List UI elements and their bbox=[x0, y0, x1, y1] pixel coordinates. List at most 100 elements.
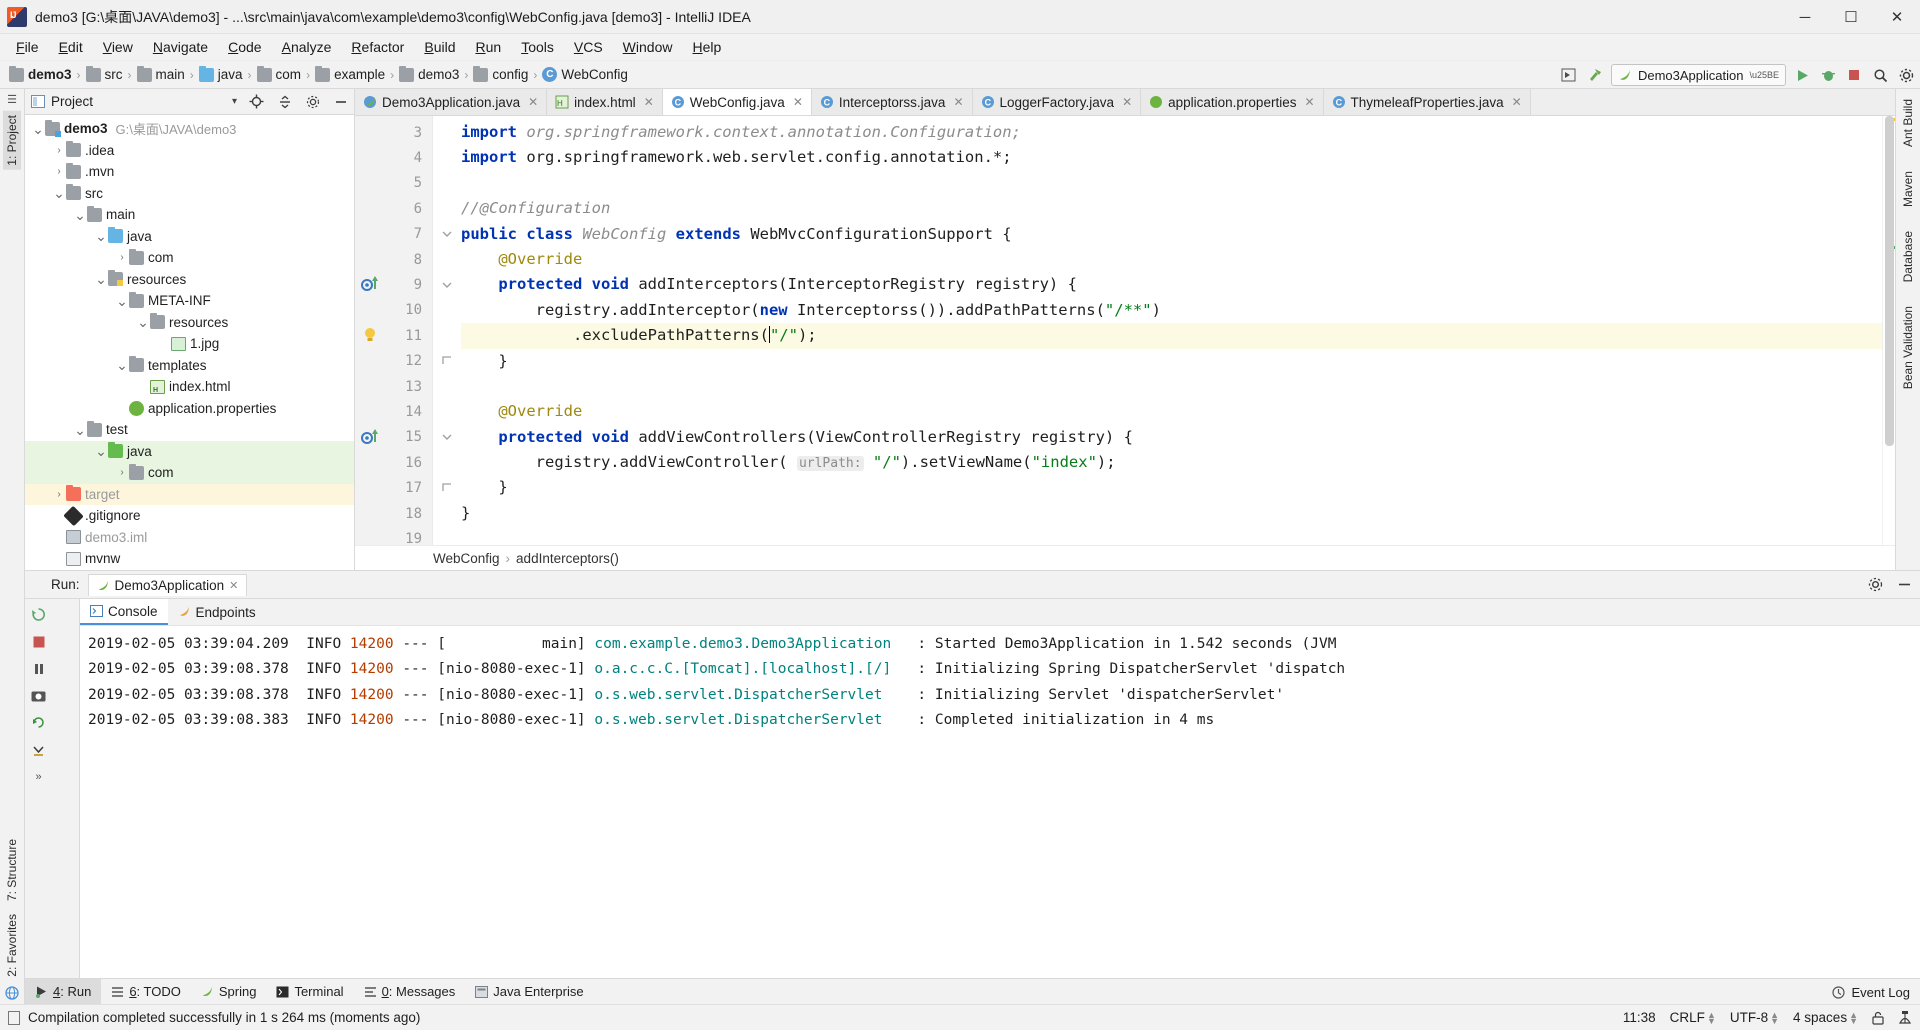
tree-node-demo3.iml[interactable]: demo3.iml bbox=[25, 527, 354, 549]
tree-node-application.properties[interactable]: application.properties bbox=[25, 398, 354, 420]
line-number-11[interactable]: 11 bbox=[355, 323, 432, 348]
hide-panel-icon[interactable] bbox=[1897, 577, 1912, 592]
chevron-right-icon[interactable]: › bbox=[52, 145, 66, 156]
chevron-right-icon[interactable]: › bbox=[52, 166, 66, 177]
chevron-down-icon[interactable]: ⌄ bbox=[94, 276, 108, 282]
tree-node-com[interactable]: ›com bbox=[25, 247, 354, 269]
close-icon[interactable]: ✕ bbox=[793, 95, 803, 109]
menu-item-window[interactable]: Window bbox=[613, 36, 683, 58]
code-line-6[interactable]: //@Configuration bbox=[461, 196, 1882, 221]
close-icon[interactable]: ✕ bbox=[1512, 95, 1522, 109]
settings-gear-icon[interactable] bbox=[1896, 65, 1916, 85]
tool-tab-bean-validation[interactable]: Bean Validation bbox=[1899, 302, 1917, 393]
code-line-3[interactable]: import org.springframework.context.annot… bbox=[461, 120, 1882, 145]
breadcrumb-item-src[interactable]: src bbox=[83, 67, 126, 82]
camera-icon[interactable] bbox=[31, 689, 46, 702]
pause-icon[interactable] bbox=[32, 662, 46, 676]
menu-item-view[interactable]: View bbox=[93, 36, 143, 58]
chevron-down-icon[interactable]: ⌄ bbox=[31, 126, 45, 132]
breadcrumb-item-java[interactable]: java bbox=[196, 67, 246, 82]
line-number-7[interactable]: 7 bbox=[355, 222, 432, 247]
menu-item-tools[interactable]: Tools bbox=[511, 36, 564, 58]
maximize-button[interactable]: ☐ bbox=[1828, 0, 1874, 34]
chevron-down-icon[interactable]: ⌄ bbox=[52, 190, 66, 196]
run-console-icon[interactable] bbox=[1559, 65, 1579, 85]
editor-tab-index-html[interactable]: Hindex.html✕ bbox=[547, 89, 663, 115]
tool-tab-ant-build[interactable]: Ant Build bbox=[1899, 95, 1917, 151]
line-number-12[interactable]: 12 bbox=[355, 349, 432, 374]
code-line-13[interactable] bbox=[461, 374, 1882, 399]
more-options-icon[interactable]: » bbox=[35, 771, 41, 783]
breadcrumb-item-demo3[interactable]: demo3 bbox=[396, 67, 462, 82]
sidebar-toggle-icon[interactable]: ☰ bbox=[7, 93, 17, 106]
menu-item-refactor[interactable]: Refactor bbox=[341, 36, 414, 58]
tree-node-index.html[interactable]: index.html bbox=[25, 376, 354, 398]
bottom-tab-todo[interactable]: 6: TODO bbox=[101, 979, 191, 1004]
close-icon[interactable]: ✕ bbox=[644, 95, 654, 109]
chevron-down-icon[interactable]: ⌄ bbox=[73, 212, 87, 218]
fold-marker-7[interactable] bbox=[433, 222, 461, 247]
collapse-all-icon[interactable] bbox=[278, 95, 292, 109]
tool-tab-maven[interactable]: Maven bbox=[1899, 167, 1917, 211]
tree-node-resources[interactable]: ⌄resources bbox=[25, 269, 354, 291]
line-number-13[interactable]: 13 bbox=[355, 374, 432, 399]
bottom-tab-spring[interactable]: Spring bbox=[191, 979, 267, 1004]
editor-scrollbar[interactable] bbox=[1882, 116, 1895, 545]
line-number-3[interactable]: 3 bbox=[355, 120, 432, 145]
menu-item-analyze[interactable]: Analyze bbox=[272, 36, 342, 58]
build-hammer-icon[interactable] bbox=[1585, 65, 1605, 85]
close-icon[interactable]: ✕ bbox=[953, 95, 963, 109]
breadcrumb-item-main[interactable]: main bbox=[134, 67, 188, 82]
hide-panel-icon[interactable] bbox=[334, 95, 348, 109]
console-output[interactable]: 2019-02-05 03:39:04.209 INFO 14200 --- [… bbox=[80, 626, 1920, 978]
panel-settings-icon[interactable] bbox=[306, 95, 320, 109]
editor-breadcrumb-item-1[interactable]: addInterceptors() bbox=[516, 551, 619, 566]
fold-marker-9[interactable] bbox=[433, 272, 461, 297]
close-button[interactable]: ✕ bbox=[1874, 0, 1920, 34]
menu-item-navigate[interactable]: Navigate bbox=[143, 36, 218, 58]
editor-breadcrumb-item-0[interactable]: WebConfig bbox=[433, 551, 500, 566]
close-icon[interactable]: ✕ bbox=[1304, 95, 1314, 109]
breadcrumb-item-demo3[interactable]: demo3 bbox=[6, 67, 75, 82]
minimize-button[interactable]: ─ bbox=[1782, 0, 1828, 34]
line-number-9[interactable]: 9 bbox=[355, 272, 432, 297]
chevron-down-icon[interactable]: ⌄ bbox=[94, 448, 108, 454]
chevron-down-icon[interactable]: ⌄ bbox=[115, 362, 129, 368]
tree-node-target[interactable]: ›target bbox=[25, 484, 354, 506]
code-line-5[interactable] bbox=[461, 171, 1882, 196]
tool-tab-database[interactable]: Database bbox=[1899, 227, 1917, 286]
line-number-4[interactable]: 4 bbox=[355, 145, 432, 170]
line-number-10[interactable]: 10 bbox=[355, 298, 432, 323]
tree-node-.mvn[interactable]: ›.mvn bbox=[25, 161, 354, 183]
chevron-right-icon[interactable]: › bbox=[115, 467, 129, 478]
intention-bulb-icon[interactable] bbox=[361, 326, 379, 344]
line-number-5[interactable]: 5 bbox=[355, 171, 432, 196]
code-line-4[interactable]: import org.springframework.web.servlet.c… bbox=[461, 145, 1882, 170]
editor-tab-loggerfactory-java[interactable]: CLoggerFactory.java✕ bbox=[973, 89, 1142, 115]
line-number-14[interactable]: 14 bbox=[355, 399, 432, 424]
lock-icon[interactable] bbox=[1872, 1011, 1884, 1025]
rerun-icon[interactable] bbox=[31, 607, 46, 622]
code-line-19[interactable] bbox=[461, 526, 1882, 545]
tree-node-1.jpg[interactable]: 1.jpg bbox=[25, 333, 354, 355]
fold-marker-17[interactable] bbox=[433, 475, 461, 500]
tree-node-src[interactable]: ⌄src bbox=[25, 183, 354, 205]
bean-arrow-icon[interactable] bbox=[361, 428, 381, 446]
fold-marker-12[interactable] bbox=[433, 349, 461, 374]
line-number-15[interactable]: 15 bbox=[355, 425, 432, 450]
bottom-tab-terminal[interactable]: Terminal bbox=[266, 979, 353, 1004]
line-number-18[interactable]: 18 bbox=[355, 501, 432, 526]
menu-item-run[interactable]: Run bbox=[465, 36, 511, 58]
run-configuration-tab[interactable]: Demo3Application ✕ bbox=[88, 574, 248, 596]
tree-node-main[interactable]: ⌄main bbox=[25, 204, 354, 226]
code-line-11[interactable]: .excludePathPatterns("/"); bbox=[461, 323, 1882, 348]
breadcrumb-item-com[interactable]: com bbox=[254, 67, 305, 82]
line-number-16[interactable]: 16 bbox=[355, 450, 432, 475]
tree-node-.idea[interactable]: ›.idea bbox=[25, 140, 354, 162]
bottom-tab-messages[interactable]: 0: Messages bbox=[354, 979, 466, 1004]
bean-arrow-icon[interactable] bbox=[361, 275, 381, 293]
code-text[interactable]: import org.springframework.context.annot… bbox=[461, 116, 1882, 545]
editor-tab-application-properties[interactable]: application.properties✕ bbox=[1141, 89, 1323, 115]
menu-item-edit[interactable]: Edit bbox=[49, 36, 93, 58]
menu-item-help[interactable]: Help bbox=[682, 36, 731, 58]
